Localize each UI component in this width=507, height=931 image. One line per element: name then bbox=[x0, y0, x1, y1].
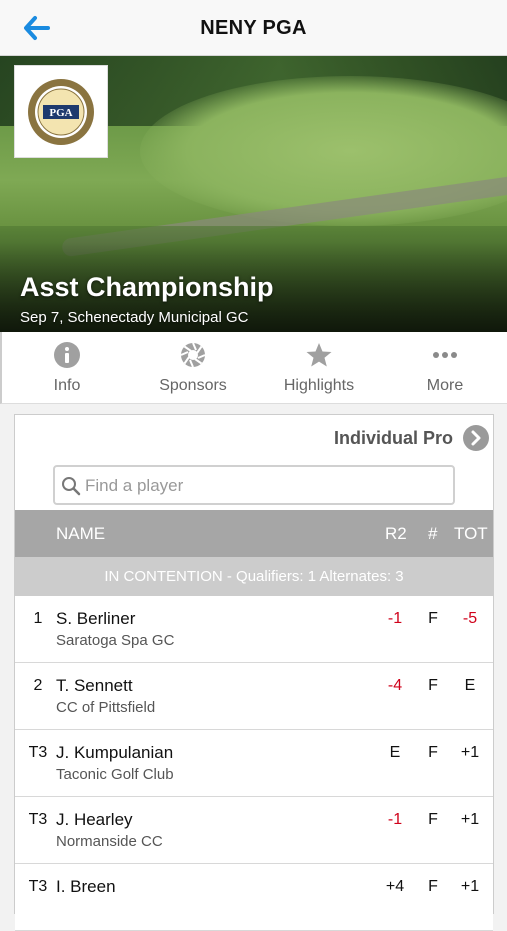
tab-label: Info bbox=[53, 377, 81, 394]
total-score: E bbox=[464, 677, 476, 694]
tab-highlights[interactable]: Highlights bbox=[256, 332, 382, 404]
leaderboard-card: Individual Pro NAME R2 # TOT IN CONTENTI… bbox=[14, 414, 494, 931]
position: T3 bbox=[28, 744, 48, 761]
thru: F bbox=[428, 811, 438, 828]
tab-more[interactable]: More bbox=[382, 332, 507, 404]
division-selector[interactable]: Individual Pro bbox=[334, 419, 489, 457]
table-row[interactable]: T3 J. Kumpulanian Taconic Golf Club E F … bbox=[15, 730, 493, 797]
player-club: Taconic Golf Club bbox=[56, 766, 174, 783]
player-search[interactable] bbox=[53, 465, 455, 505]
table-row[interactable]: T3 J. Hearley Normanside CC -1 F +1 bbox=[15, 797, 493, 864]
position: 1 bbox=[33, 610, 43, 627]
pga-logo: PGA bbox=[14, 65, 108, 158]
round-score: -4 bbox=[387, 677, 403, 694]
player-club: Normanside CC bbox=[56, 833, 163, 850]
thru: F bbox=[428, 744, 438, 761]
thru: F bbox=[428, 878, 438, 895]
position: T3 bbox=[28, 811, 48, 828]
round-score: -1 bbox=[387, 610, 403, 627]
table-row[interactable]: 2 T. Sennett CC of Pittsfield -4 F E bbox=[15, 663, 493, 730]
player-name: S. Berliner bbox=[56, 609, 136, 628]
event-hero: PGA Asst Championship Sep 7, Schenectady… bbox=[0, 56, 507, 332]
search-input[interactable] bbox=[85, 473, 445, 499]
thru: F bbox=[428, 677, 438, 694]
col-round: R2 bbox=[385, 524, 407, 543]
total-score: +1 bbox=[460, 878, 480, 895]
table-row[interactable]: T3 I. Breen +4 F +1 bbox=[15, 864, 493, 931]
total-score: +1 bbox=[460, 811, 480, 828]
chevron-right-icon bbox=[463, 425, 489, 451]
player-name: J. Hearley bbox=[56, 810, 133, 829]
round-score: -1 bbox=[387, 811, 403, 828]
event-tab-bar: Info Sponsors Highlights More bbox=[0, 332, 507, 404]
total-score: -5 bbox=[462, 610, 478, 627]
position: 2 bbox=[33, 677, 43, 694]
division-label: Individual Pro bbox=[333, 427, 453, 448]
aperture-icon bbox=[180, 342, 206, 368]
position: T3 bbox=[28, 878, 48, 895]
player-name: J. Kumpulanian bbox=[56, 743, 174, 762]
more-dots-icon bbox=[433, 352, 457, 358]
round-score: E bbox=[389, 744, 401, 761]
star-icon bbox=[306, 343, 332, 367]
table-header: NAME R2 # TOT bbox=[15, 510, 493, 557]
event-date-venue: Sep 7, Schenectady Municipal GC bbox=[20, 309, 249, 326]
pga-seal-icon: PGA bbox=[28, 78, 94, 145]
col-total: TOT bbox=[454, 524, 488, 543]
col-thru: # bbox=[428, 524, 438, 543]
tab-sponsors[interactable]: Sponsors bbox=[130, 332, 256, 404]
page-title: NENY PGA bbox=[200, 17, 307, 39]
event-name: Asst Championship bbox=[20, 272, 274, 302]
tab-label: More bbox=[426, 377, 464, 394]
player-name: I. Breen bbox=[56, 877, 116, 896]
col-name: NAME bbox=[56, 524, 106, 543]
player-name: T. Sennett bbox=[56, 676, 133, 695]
search-icon bbox=[62, 477, 81, 496]
table-row[interactable]: 1 S. Berliner Saratoga Spa GC -1 F -5 bbox=[15, 596, 493, 663]
round-score: +4 bbox=[385, 878, 405, 895]
player-club: CC of Pittsfield bbox=[56, 699, 156, 716]
player-club: Saratoga Spa GC bbox=[56, 632, 175, 649]
tab-label: Highlights bbox=[283, 377, 355, 394]
tab-info[interactable]: Info bbox=[4, 332, 130, 404]
tab-label: Sponsors bbox=[159, 377, 227, 394]
total-score: +1 bbox=[460, 744, 480, 761]
info-icon bbox=[54, 342, 80, 368]
thru: F bbox=[428, 610, 438, 627]
group-header: IN CONTENTION - Qualifiers: 1 Alternates… bbox=[15, 557, 493, 596]
svg-text:PGA: PGA bbox=[49, 107, 72, 119]
top-bar: NENY PGA bbox=[0, 0, 507, 56]
